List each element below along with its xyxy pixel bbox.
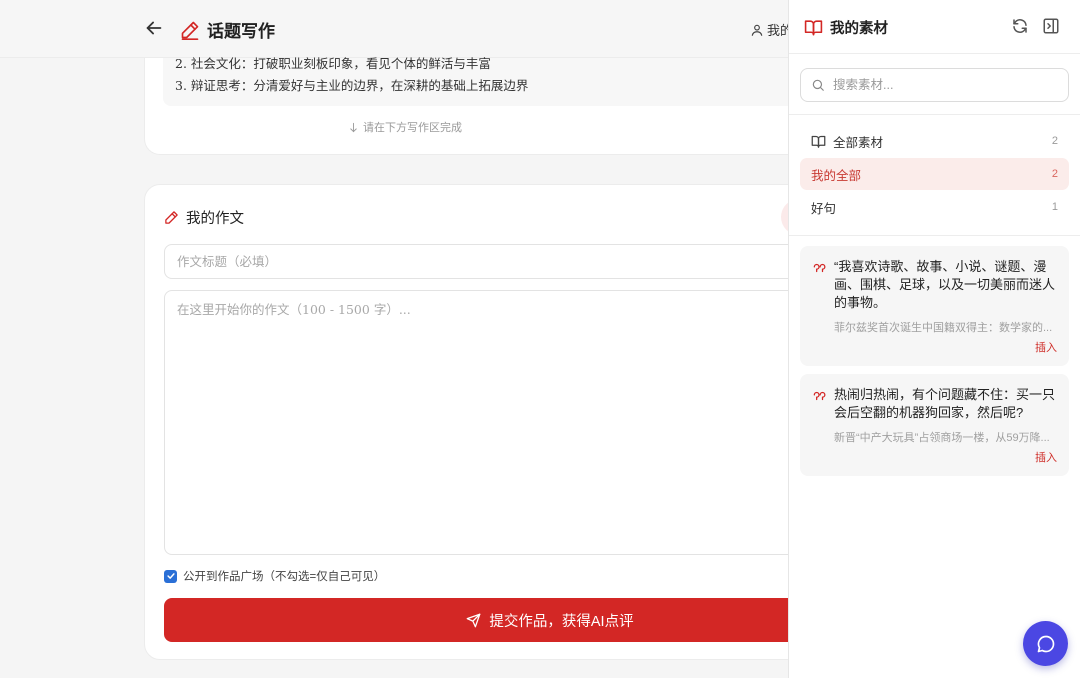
topic-point: 2. 社会文化：打破职业刻板印象，看见个体的鲜活与丰富 — [175, 56, 491, 71]
topic-points-box: 2. 社会文化：打破职业刻板印象，看见个体的鲜活与丰富 3. 辩证思考：分清爱好… — [163, 56, 803, 106]
check-icon — [166, 573, 175, 579]
category-label: 全部素材 — [833, 135, 884, 150]
material-card: 热闹归热闹，有个问题藏不住：买一只会后空翻的机器狗回家，然后呢? 新晋“中产大玩… — [800, 374, 1069, 476]
user-menu-label: 我的 — [767, 23, 788, 38]
material-search-input[interactable] — [833, 78, 1053, 92]
public-checkbox-label: 公开到作品广场（不勾选=仅自己可见） — [183, 571, 386, 583]
material-source: 新晋“中产大玩具”占领商场一楼，从59万降... — [834, 432, 1050, 444]
public-checkbox[interactable] — [164, 569, 177, 583]
page-title: 话题写作 — [207, 22, 275, 42]
send-icon — [467, 613, 481, 627]
essay-title-input[interactable] — [164, 244, 814, 279]
material-text: 热闹归热闹，有个问题藏不住：买一只会后空翻的机器狗回家，然后呢? — [834, 387, 1056, 420]
pen-icon — [181, 21, 199, 40]
arrow-left-icon — [146, 21, 162, 35]
essay-card: 我的作文 公开到作品广场（不勾选=仅自己可见） 提交作品，获得AI点评 — [144, 184, 824, 660]
refresh-button[interactable] — [1011, 17, 1029, 35]
category-all-materials[interactable]: 全部素材 2 — [800, 125, 1069, 157]
submit-button[interactable]: 提交作品，获得AI点评 — [164, 598, 814, 642]
book-open-icon — [804, 20, 823, 36]
category-count: 2 — [1051, 135, 1058, 147]
category-label: 好句 — [811, 201, 837, 216]
chat-icon — [1037, 635, 1054, 652]
essay-body-textarea[interactable] — [164, 290, 814, 555]
material-source: 菲尔兹奖首次诞生中国籍双得主：数学家的... — [834, 322, 1053, 334]
top-header: 话题写作 我的 — [0, 0, 788, 58]
materials-panel: 我的素材 搜索素材... 全部素材 2 我的全部 2 好句 1 “我喜欢诗歌、故… — [788, 0, 1080, 678]
quote-icon — [813, 263, 826, 273]
collapse-panel-button[interactable] — [1042, 17, 1060, 35]
arrow-down-icon — [350, 122, 357, 132]
insert-button[interactable]: 插入 — [834, 449, 1057, 465]
panel-title: 我的素材 — [830, 20, 888, 37]
refresh-icon — [1013, 19, 1027, 33]
search-icon — [812, 79, 824, 91]
divider — [789, 235, 1080, 236]
divider — [789, 114, 1080, 115]
category-my-all[interactable]: 我的全部 2 — [800, 158, 1069, 190]
submit-label: 提交作品，获得AI点评 — [489, 613, 634, 630]
topic-point: 3. 辩证思考：分清爱好与主业的边界，在深耕的基础上拓展边界 — [175, 78, 529, 93]
category-good-sentences[interactable]: 好句 1 — [800, 191, 1069, 223]
essay-heading: 我的作文 — [186, 211, 244, 227]
user-menu-link[interactable]: 我的 — [750, 20, 788, 39]
public-toggle-row[interactable]: 公开到作品广场（不勾选=仅自己可见） — [164, 568, 385, 584]
category-count: 2 — [1051, 168, 1058, 180]
pen-icon — [165, 211, 178, 224]
book-open-icon — [811, 135, 826, 148]
back-button[interactable] — [143, 17, 165, 39]
material-search-box[interactable] — [800, 68, 1069, 102]
category-count: 1 — [1051, 201, 1058, 213]
chat-fab-button[interactable] — [1023, 621, 1068, 666]
category-label: 我的全部 — [811, 168, 862, 183]
panel-header: 我的素材 — [789, 0, 1080, 54]
material-card: “我喜欢诗歌、故事、小说、谜题、漫画、围棋、足球，以及一切美丽而迷人的事物。 菲… — [800, 246, 1069, 366]
panel-title-group: 我的素材 — [804, 17, 888, 38]
page-title-group: 话题写作 — [180, 17, 275, 42]
app-root: 话题写作 我的 2. 社会文化：打破职业刻板印象，看见个体的鲜活与丰富 3. 辩… — [0, 0, 1080, 678]
insert-button[interactable]: 插入 — [834, 339, 1057, 355]
user-icon — [751, 24, 763, 36]
material-text: “我喜欢诗歌、故事、小说、谜题、漫画、围棋、足球，以及一切美丽而迷人的事物。 — [834, 259, 1056, 310]
panel-collapse-icon — [1043, 18, 1059, 34]
hint-text: 请在下方写作区完成 — [363, 122, 462, 134]
quote-icon — [813, 391, 826, 401]
essay-heading-group: 我的作文 — [164, 207, 244, 228]
topic-card: 2. 社会文化：打破职业刻板印象，看见个体的鲜活与丰富 3. 辩证思考：分清爱好… — [144, 56, 804, 155]
